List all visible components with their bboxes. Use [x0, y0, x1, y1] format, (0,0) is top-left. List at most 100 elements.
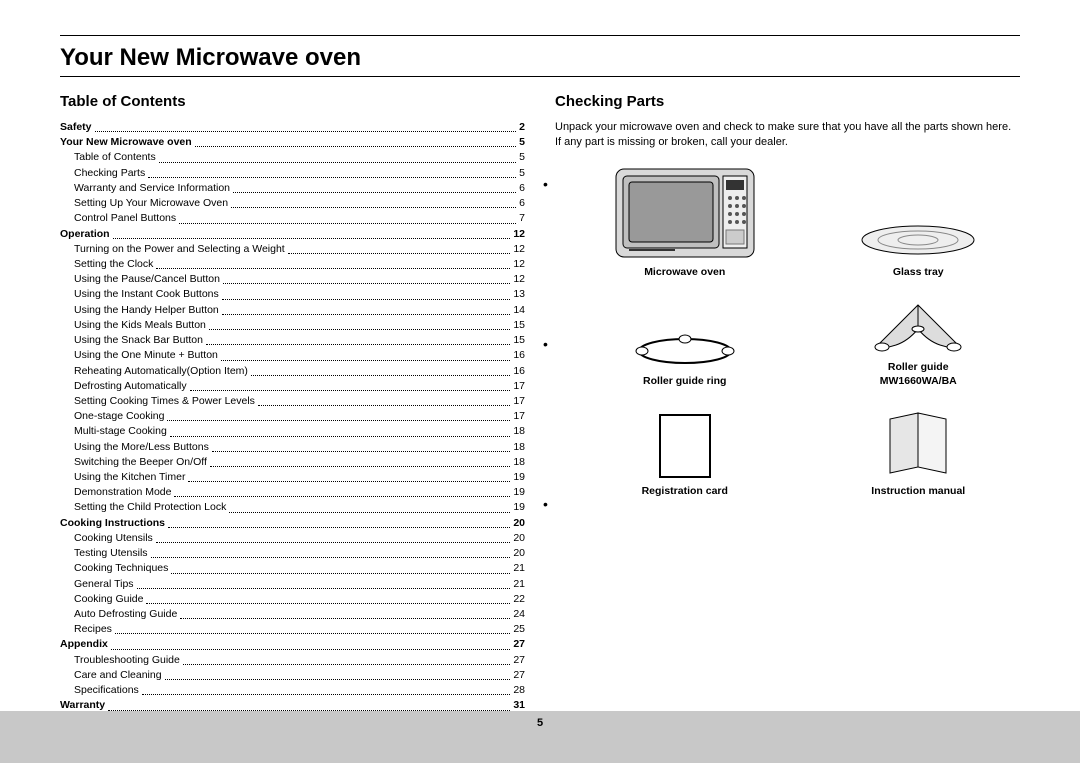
toc-page: 16	[513, 348, 525, 363]
toc-leader	[151, 546, 511, 558]
toc-label: Troubleshooting Guide	[74, 653, 180, 668]
toc-page: 13	[513, 287, 525, 302]
toc-leader	[179, 211, 516, 223]
part-glass-tray: Glass tray	[858, 220, 978, 280]
toc-leader	[156, 257, 510, 269]
toc-label: Using the More/Less Buttons	[74, 440, 209, 455]
toc-item: General Tips21	[60, 577, 525, 592]
part-roller-ring: Roller guide ring	[630, 329, 740, 389]
toc-leader	[171, 561, 510, 573]
toc-leader	[115, 622, 510, 634]
toc-label: General Tips	[74, 577, 134, 592]
parts-heading: Checking Parts	[555, 93, 1020, 110]
toc-leader	[190, 379, 511, 391]
toc-leader	[221, 348, 510, 360]
toc-page: 15	[513, 333, 525, 348]
margin-bullets: •	[543, 177, 548, 191]
toc-item: Using the More/Less Buttons18	[60, 440, 525, 455]
toc-leader	[159, 150, 516, 162]
microwave-icon	[615, 168, 755, 260]
roller-guide-icon	[868, 299, 968, 355]
margin-bullets: •	[543, 497, 548, 511]
toc-item: Switching the Beeper On/Off18	[60, 455, 525, 470]
toc-leader	[108, 698, 510, 710]
toc-item: Using the Handy Helper Button14	[60, 303, 525, 318]
toc-label: Demonstration Mode	[74, 485, 171, 500]
toc-label: Appendix	[60, 637, 108, 652]
toc-leader	[206, 333, 510, 345]
toc-item: Defrosting Automatically17	[60, 379, 525, 394]
toc-heading: Table of Contents	[60, 93, 525, 110]
toc-item: Cooking Utensils20	[60, 531, 525, 546]
part-label: Microwave oven	[644, 266, 725, 280]
toc-chapter: Operation12	[60, 227, 525, 242]
part-microwave: Microwave oven	[615, 168, 755, 280]
manual-page: Your New Microwave oven Table of Content…	[0, 0, 1080, 763]
toc-page: 20	[513, 531, 525, 546]
toc-label: Table of Contents	[74, 150, 156, 165]
toc-leader	[209, 318, 510, 330]
top-rule-1	[60, 35, 1020, 36]
toc-leader	[229, 500, 510, 512]
toc-label: Setting Up Your Microwave Oven	[74, 196, 228, 211]
toc-label: Checking Parts	[74, 166, 145, 181]
toc-item: Reheating Automatically(Option Item)16	[60, 364, 525, 379]
toc-leader	[231, 196, 516, 208]
toc-label: Specifications	[74, 683, 139, 698]
toc-leader	[223, 272, 510, 284]
toc-label: Operation	[60, 227, 110, 242]
toc-page: 17	[513, 409, 525, 424]
toc-page: 6	[519, 196, 525, 211]
toc-item: Cooking Guide22	[60, 592, 525, 607]
toc-label: Using the One Minute + Button	[74, 348, 218, 363]
toc-label: Using the Instant Cook Buttons	[74, 287, 219, 302]
toc-leader	[212, 440, 510, 452]
top-rule-2	[60, 76, 1020, 77]
toc-leader	[233, 181, 516, 193]
glass-tray-icon	[858, 220, 978, 260]
toc-item: Turning on the Power and Selecting a Wei…	[60, 242, 525, 257]
registration-card-icon	[658, 413, 712, 479]
toc-label: Using the Snack Bar Button	[74, 333, 203, 348]
toc-label: One-stage Cooking	[74, 409, 164, 424]
part-label: Roller guide ring	[643, 375, 726, 389]
toc-page: 22	[513, 592, 525, 607]
toc-page: 2	[519, 120, 525, 135]
toc-label: Using the Kitchen Timer	[74, 470, 185, 485]
toc-item: Setting Up Your Microwave Oven 6	[60, 196, 525, 211]
toc-item: Testing Utensils20	[60, 546, 525, 561]
toc-item: Setting the Child Protection Lock 19	[60, 500, 525, 515]
toc-page: 20	[513, 546, 525, 561]
toc-item: Setting Cooking Times & Power Levels17	[60, 394, 525, 409]
toc-page: 12	[513, 242, 525, 257]
toc-item: Using the Pause/Cancel Button12	[60, 272, 525, 287]
toc-page: 21	[513, 561, 525, 576]
part-label: Glass tray	[893, 266, 944, 280]
toc-leader	[174, 485, 510, 497]
toc-label: Recipes	[74, 622, 112, 637]
toc-label: Setting the Child Protection Lock	[74, 500, 226, 515]
margin-bullets: •	[543, 337, 548, 351]
toc-label: Reheating Automatically(Option Item)	[74, 364, 248, 379]
toc-leader	[167, 409, 510, 421]
toc-item: Setting the Clock12	[60, 257, 525, 272]
table-of-contents: Safety2Your New Microwave oven5Table of …	[60, 120, 525, 759]
toc-leader	[137, 577, 511, 589]
parts-intro: Unpack your microwave oven and check to …	[555, 120, 1020, 150]
toc-label: Cooking Techniques	[74, 561, 168, 576]
toc-item: Using the Snack Bar Button 15	[60, 333, 525, 348]
toc-page: 19	[513, 500, 525, 515]
toc-page: 28	[513, 683, 525, 698]
toc-leader	[288, 242, 511, 254]
page-number: 5	[537, 717, 543, 729]
two-column-layout: Table of Contents Safety2Your New Microw…	[60, 87, 1020, 759]
toc-page: 17	[513, 379, 525, 394]
toc-label: Setting the Clock	[74, 257, 153, 272]
page-title: Your New Microwave oven	[60, 44, 1020, 72]
toc-item: Recipes25	[60, 622, 525, 637]
toc-item: Using the Kids Meals Button15	[60, 318, 525, 333]
toc-page: 17	[513, 394, 525, 409]
toc-item: Troubleshooting Guide27	[60, 653, 525, 668]
toc-item: Care and Cleaning27	[60, 668, 525, 683]
toc-page: 24	[513, 607, 525, 622]
